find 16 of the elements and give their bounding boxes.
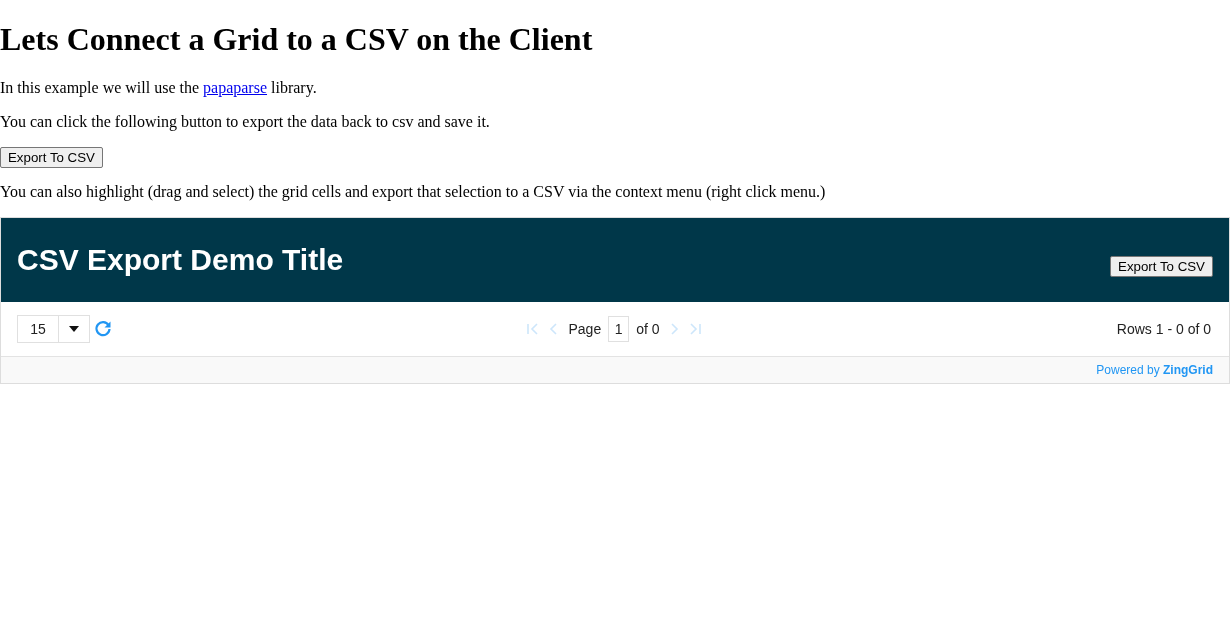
library-link[interactable]: papaparse [203,79,268,96]
intro-paragraph: In this example we will use the papaparse library. [0,79,318,97]
page-input[interactable]: 1 [608,316,630,342]
rows-info: Rows 1 - 0 of 0 [1116,321,1211,337]
caret-icon [69,326,79,332]
page-count: of 0 [636,321,660,337]
page-label: Page [568,321,602,337]
selection-note: You can also highlight (drag and select) the grid cells and export that selection to a CSV via the context menu (right click menu.) [0,183,827,201]
export-button[interactable]: Export To CSV [0,147,103,168]
refresh-button[interactable] [94,320,112,338]
grid-title: CSV Export Demo Title [17,243,344,277]
export-button[interactable]: Export To CSV [1110,255,1213,277]
page-size-select[interactable]: 15 [17,315,90,343]
export-note: You can click the following button to export the data back to csv and save it. [0,113,491,131]
powered-by-text: Powered by ZingGrid [1096,363,1213,377]
page-heading: Lets Connect a Grid to a CSV on the Client [0,21,594,58]
